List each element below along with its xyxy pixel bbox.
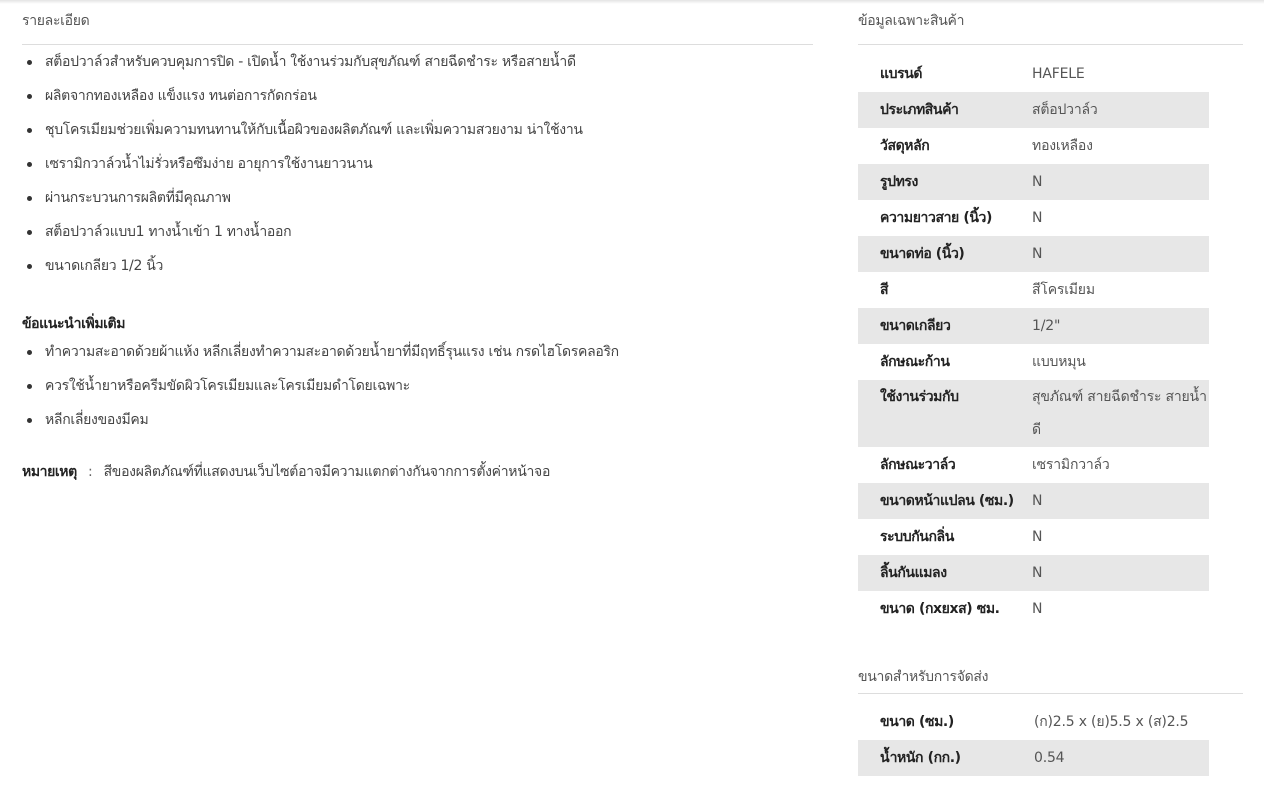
spec-label: ขนาดหน้าแปลน (ซม.) (880, 493, 1014, 509)
table-row: ขนาดเกลียว 1/2" (858, 308, 1209, 344)
table-row: ความยาวสาย (นิ้ว) N (858, 200, 1209, 236)
list-item: ผลิตจากทองเหลือง แข็งแรง ทนต่อการกัดกร่อ… (22, 79, 813, 113)
table-row: ระบบกันกลิ่น N (858, 519, 1209, 555)
spec-label: ระบบกันกลิ่น (880, 529, 954, 545)
table-row: ลักษณะวาล์ว เซรามิกวาล์ว (858, 447, 1209, 483)
list-item: เซรามิกวาล์วน้ำไม่รั่วหรือซึมง่าย อายุกา… (22, 147, 813, 181)
spec-label: ประเภทสินค้า (880, 102, 959, 118)
spec-label: รูปทรง (880, 174, 918, 190)
spec-label: ลักษณะวาล์ว (880, 457, 956, 473)
shipping-value: (ก)2.5 x (ย)5.5 x (ส)2.5 (1034, 713, 1189, 730)
table-row: น้ำหนัก (กก.) 0.54 (858, 740, 1209, 776)
specs-section: ข้อมูลเฉพาะสินค้า แบรนด์ HAFELE ประเภทสิ… (858, 0, 1243, 776)
spec-value: N (1032, 209, 1043, 226)
table-row: แบรนด์ HAFELE (858, 56, 1209, 92)
spec-value: เซรามิกวาล์ว (1032, 456, 1110, 473)
table-row: ขนาดท่อ (นิ้ว) N (858, 236, 1209, 272)
spec-value: สีโครเมียม (1032, 281, 1095, 298)
list-item: ผ่านกระบวนการผลิตที่มีคุณภาพ (22, 181, 813, 215)
spec-label: ใช้งานร่วมกับ (880, 389, 959, 405)
spec-value: N (1032, 492, 1043, 509)
list-item: ควรใช้น้ำยาหรือครีมขัดผิวโครเมียมและโครเ… (22, 369, 813, 403)
spec-value: N (1032, 600, 1043, 617)
table-row: รูปทรง N (858, 164, 1209, 200)
table-row: ขนาด (ซม.) (ก)2.5 x (ย)5.5 x (ส)2.5 (858, 704, 1209, 740)
shipping-label: ขนาด (ซม.) (880, 714, 954, 730)
specs-title: ข้อมูลเฉพาะสินค้า (858, 0, 1243, 45)
table-row: ประเภทสินค้า สต็อปวาล์ว (858, 92, 1209, 128)
note-line: หมายเหตุ : สีของผลิตภัณฑ์ที่แสดงบนเว็บไซ… (22, 461, 813, 483)
spec-label: แบรนด์ (880, 66, 923, 82)
shipping-value: 0.54 (1034, 749, 1065, 766)
care-tips-heading: ข้อแนะนำเพิ่มเติม (22, 316, 126, 332)
spec-label: วัสดุหลัก (880, 138, 930, 154)
note-label: หมายเหตุ (22, 464, 77, 480)
spec-value: HAFELE (1032, 65, 1085, 82)
spec-value: 1/2" (1032, 317, 1061, 334)
table-row: ลิ้นกันแมลง N (858, 555, 1209, 591)
spec-value: แบบหมุน (1032, 353, 1086, 370)
list-item: สต็อปวาล์วแบบ1 ทางน้ำเข้า 1 ทางน้ำออก (22, 215, 813, 249)
spec-label: ขนาด (กxยxส) ซม. (880, 601, 1000, 617)
spec-label: ลิ้นกันแมลง (880, 565, 947, 581)
list-item: สต็อปวาล์วสำหรับควบคุมการปิด - เปิดน้ำ ใ… (22, 45, 813, 79)
list-item: ทำความสะอาดด้วยผ้าแห้ง หลีกเลี่ยงทำความส… (22, 335, 813, 369)
shipping-label: น้ำหนัก (กก.) (880, 750, 961, 766)
spec-label: ลักษณะก้าน (880, 354, 950, 370)
details-title: รายละเอียด (22, 0, 813, 45)
table-row: ขนาด (กxยxส) ซม. N (858, 591, 1209, 627)
spec-value: สต็อปวาล์ว (1032, 101, 1098, 118)
note-text: สีของผลิตภัณฑ์ที่แสดงบนเว็บไซต์อาจมีความ… (103, 464, 551, 480)
shipping-title: ขนาดสำหรับการจัดส่ง (858, 667, 1243, 694)
list-item: หลีกเลี่ยงของมีคม (22, 403, 813, 437)
details-bullet-list: สต็อปวาล์วสำหรับควบคุมการปิด - เปิดน้ำ ใ… (22, 45, 813, 283)
spec-label: สี (880, 282, 889, 298)
spec-value: N (1032, 564, 1043, 581)
table-row: ลักษณะก้าน แบบหมุน (858, 344, 1209, 380)
care-tips-list: ทำความสะอาดด้วยผ้าแห้ง หลีกเลี่ยงทำความส… (22, 335, 813, 437)
spec-value: สุขภัณฑ์ สายฉีดชำระ สายน้ำดี (1032, 389, 1207, 438)
list-item: ชุบโครเมียมช่วยเพิ่มความทนทานให้กับเนื้อ… (22, 113, 813, 147)
table-row: สี สีโครเมียม (858, 272, 1209, 308)
product-details-section: รายละเอียด สต็อปวาล์วสำหรับควบคุมการปิด … (22, 0, 813, 483)
specs-table: แบรนด์ HAFELE ประเภทสินค้า สต็อปวาล์ว วั… (858, 56, 1209, 627)
spec-label: ขนาดเกลียว (880, 318, 951, 334)
spec-label: ความยาวสาย (นิ้ว) (880, 210, 992, 226)
table-row: วัสดุหลัก ทองเหลือง (858, 128, 1209, 164)
spec-label: ขนาดท่อ (นิ้ว) (880, 246, 965, 262)
shipping-table: ขนาด (ซม.) (ก)2.5 x (ย)5.5 x (ส)2.5 น้ำห… (858, 704, 1209, 776)
spec-value: N (1032, 245, 1043, 262)
list-item: ขนาดเกลียว 1/2 นิ้ว (22, 249, 813, 283)
table-row: ใช้งานร่วมกับ สุขภัณฑ์ สายฉีดชำระ สายน้ำ… (858, 380, 1209, 447)
table-row: ขนาดหน้าแปลน (ซม.) N (858, 483, 1209, 519)
spec-value: N (1032, 173, 1043, 190)
spec-value: ทองเหลือง (1032, 137, 1093, 154)
note-separator: : (87, 464, 93, 480)
spec-value: N (1032, 528, 1043, 545)
